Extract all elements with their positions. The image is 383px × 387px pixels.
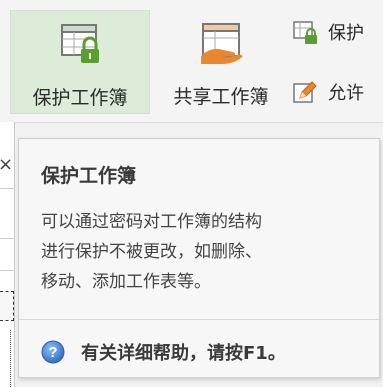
share-workbook-label: 共享工作簿 (173, 86, 269, 108)
selected-cell[interactable] (0, 291, 14, 321)
share-workbook-button[interactable]: 共享工作簿 (156, 10, 286, 114)
grid-line (0, 238, 14, 239)
allow-edit-ranges-label: 允许 (328, 83, 364, 104)
lock-sheet-icon (293, 21, 317, 44)
tooltip-divider (19, 319, 379, 320)
svg-text:?: ? (48, 344, 57, 361)
close-icon[interactable]: × (0, 154, 13, 175)
protect-workbook-label: 保护工作簿 (32, 87, 128, 109)
tooltip-description-line: 进行保护不被更改，如删除、 (41, 242, 262, 262)
allow-edit-ranges-button[interactable]: 允许 (292, 78, 364, 106)
selection-border (10, 330, 11, 387)
tooltip-description-line: 可以通过密码对工作簿的结构 (41, 212, 262, 232)
grid-line (0, 270, 14, 271)
share-workbook-icon (201, 23, 243, 64)
ribbon: 保护工作簿 共享工作簿 保护 允许 (0, 0, 383, 123)
help-icon: ? (41, 340, 65, 364)
tooltip-description-line: 移动、添加工作表等。 (41, 272, 211, 292)
protect-workbook-button[interactable]: 保护工作簿 (10, 10, 150, 114)
tooltip: 保护工作簿 可以通过密码对工作簿的结构 进行保护不被更改，如删除、 移动、添加工… (18, 138, 380, 378)
protect-sheet-button[interactable]: 保护 (292, 18, 364, 46)
tooltip-description: 可以通过密码对工作簿的结构 进行保护不被更改，如删除、 移动、添加工作表等。 (41, 207, 371, 297)
tooltip-help: ? 有关详细帮助，请按F1。 (41, 339, 286, 365)
sheet-area-strip: × (0, 122, 15, 387)
protect-sheet-label: 保护 (328, 23, 364, 44)
grid-line (0, 188, 14, 189)
tooltip-title: 保护工作簿 (41, 165, 137, 187)
tooltip-help-text: 有关详细帮助，请按F1。 (81, 343, 286, 364)
edit-ranges-icon (293, 81, 317, 103)
lock-workbook-icon (61, 24, 99, 63)
